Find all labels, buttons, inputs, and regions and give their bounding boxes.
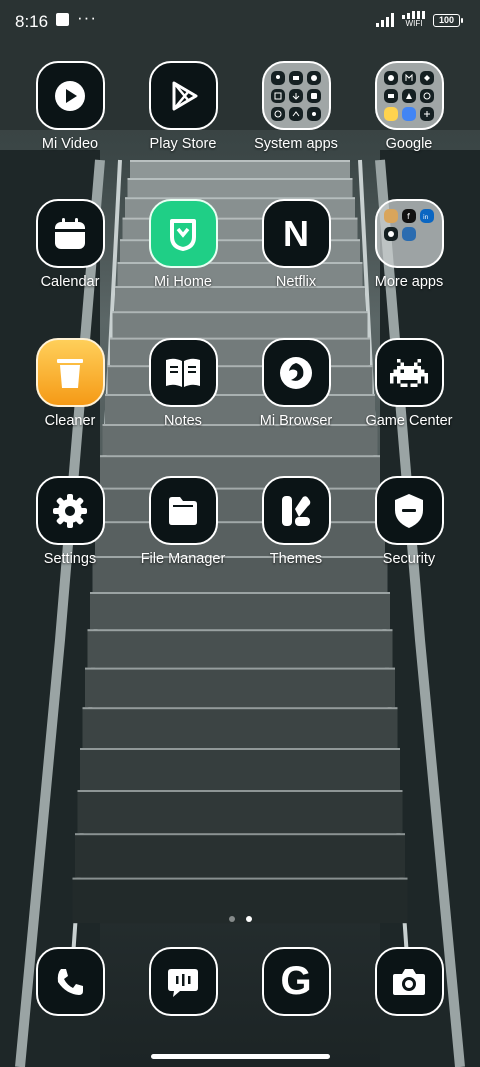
app-themes[interactable]: Themes — [240, 476, 352, 567]
book-icon — [148, 338, 218, 407]
app-mi-home[interactable]: Mi Home — [127, 199, 239, 290]
app-notes[interactable]: Notes — [127, 338, 239, 429]
wifi-icon: WIFI — [402, 11, 426, 28]
clock: 8:16 — [15, 12, 49, 31]
wifi-label: WIFI — [405, 19, 423, 28]
netflix-glyph: N — [283, 212, 309, 254]
folder-more-apps[interactable]: f in More apps — [353, 199, 465, 290]
app-security[interactable]: Security — [353, 476, 465, 567]
page-indicator — [229, 909, 259, 927]
folder-icon — [261, 61, 331, 130]
status-bar: 8:16 ··· WIFI 100 — [0, 0, 480, 44]
app-label: Game Center — [365, 413, 453, 429]
app-label: Cleaner — [44, 413, 96, 429]
shield-icon — [374, 476, 444, 545]
app-label: Mi Browser — [259, 413, 333, 429]
app-netflix[interactable]: N Netflix — [240, 199, 352, 290]
netflix-icon: N — [261, 199, 331, 268]
space-invader-icon — [374, 338, 444, 407]
more-notifications-icon: ··· — [77, 8, 97, 27]
page-dot-active — [246, 916, 253, 922]
app-mi-browser[interactable]: Mi Browser — [240, 338, 352, 429]
page-dot — [229, 916, 235, 922]
app-label: Netflix — [275, 274, 317, 290]
camera-icon — [374, 947, 444, 1016]
app-label: Mi Video — [41, 136, 99, 152]
app-label: Notes — [164, 413, 202, 429]
mi-home-icon — [148, 199, 218, 268]
folder-google[interactable]: Google — [353, 61, 465, 152]
app-mi-video[interactable]: Mi Video — [14, 61, 126, 152]
folder-icon: f in — [374, 199, 444, 268]
app-label: System apps — [254, 136, 338, 152]
messages-icon — [148, 947, 218, 1016]
app-label: Calendar — [40, 274, 100, 290]
home-indicator[interactable] — [151, 1054, 330, 1059]
notification-icon — [56, 13, 69, 26]
app-label: Settings — [43, 551, 97, 567]
file-icon — [148, 476, 218, 545]
play-icon — [35, 61, 105, 130]
calendar-icon — [35, 199, 105, 268]
folder-system-apps[interactable]: System apps — [240, 61, 352, 152]
app-label: Google — [385, 136, 433, 152]
dock-camera[interactable] — [353, 947, 465, 1016]
gear-icon — [35, 476, 105, 545]
app-label: Security — [382, 551, 436, 567]
dock-google[interactable]: G — [240, 947, 352, 1016]
app-label: Play Store — [149, 136, 217, 152]
folder-icon — [374, 61, 444, 130]
google-icon: G — [261, 947, 331, 1016]
app-game-center[interactable]: Game Center — [353, 338, 465, 429]
battery-icon: 100 — [433, 14, 463, 27]
play-store-icon — [148, 61, 218, 130]
app-label: Themes — [269, 551, 323, 567]
app-cleaner[interactable]: Cleaner — [14, 338, 126, 429]
app-file-manager[interactable]: File Manager — [127, 476, 239, 567]
app-play-store[interactable]: Play Store — [127, 61, 239, 152]
app-label: File Manager — [140, 551, 226, 567]
svg-text:in: in — [423, 214, 429, 220]
app-label: Mi Home — [153, 274, 212, 290]
themes-icon — [261, 476, 331, 545]
browser-icon — [261, 338, 331, 407]
app-settings[interactable]: Settings — [14, 476, 126, 567]
app-label: More apps — [374, 274, 444, 290]
signal-icon — [376, 13, 394, 27]
app-calendar[interactable]: Calendar — [14, 199, 126, 290]
dock-messages[interactable] — [127, 947, 239, 1016]
dock-phone[interactable] — [14, 947, 126, 1016]
trash-icon — [35, 338, 105, 407]
phone-icon — [35, 947, 105, 1016]
svg-text:f: f — [407, 212, 410, 220]
google-glyph: G — [280, 959, 312, 1003]
